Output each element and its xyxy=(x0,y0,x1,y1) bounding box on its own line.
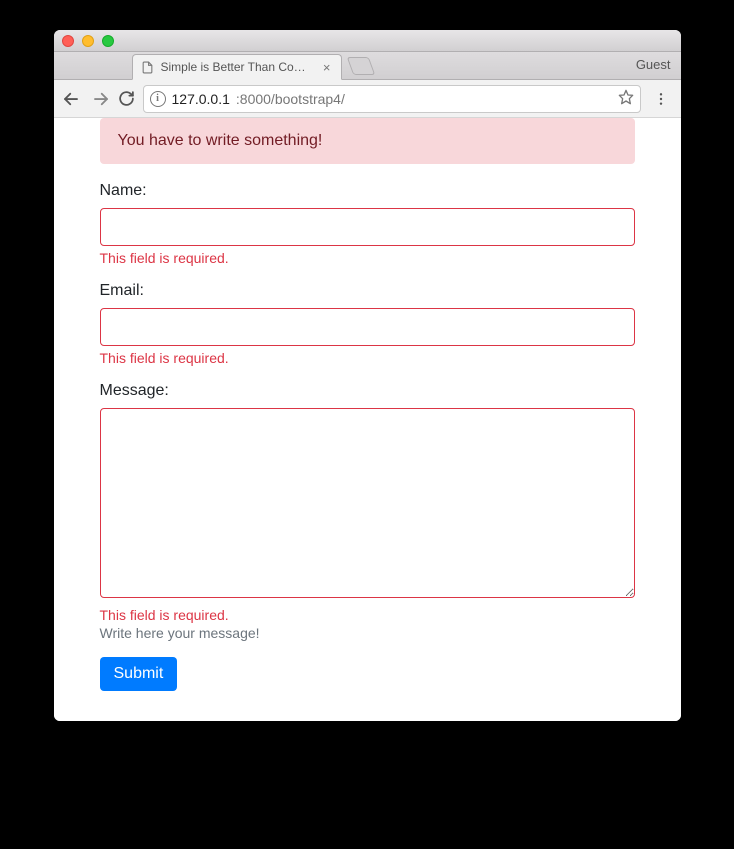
window-minimize-button[interactable] xyxy=(82,35,94,47)
window-maximize-button[interactable] xyxy=(102,35,114,47)
site-info-icon[interactable]: i xyxy=(150,91,166,107)
submit-button[interactable]: Submit xyxy=(100,657,178,691)
browser-tab[interactable]: Simple is Better Than Complex × xyxy=(132,54,342,80)
browser-window: Simple is Better Than Complex × Guest i … xyxy=(54,30,681,721)
file-icon xyxy=(141,60,155,74)
message-field-group: Message: This field is required. Write h… xyxy=(100,382,635,641)
back-button[interactable] xyxy=(62,90,80,108)
email-error: This field is required. xyxy=(100,350,635,366)
browser-toolbar: i 127.0.0.1 :8000/bootstrap4/ xyxy=(54,80,681,118)
window-close-button[interactable] xyxy=(62,35,74,47)
forward-button[interactable] xyxy=(92,90,110,108)
guest-label[interactable]: Guest xyxy=(636,57,671,72)
tab-title: Simple is Better Than Complex xyxy=(161,60,313,74)
message-error: This field is required. xyxy=(100,607,635,623)
address-path: :8000/bootstrap4/ xyxy=(236,91,345,107)
name-input[interactable] xyxy=(100,208,635,246)
name-error: This field is required. xyxy=(100,250,635,266)
nav-arrows xyxy=(62,90,110,108)
address-bar[interactable]: i 127.0.0.1 :8000/bootstrap4/ xyxy=(143,85,641,113)
email-label: Email: xyxy=(100,282,635,300)
email-input[interactable] xyxy=(100,308,635,346)
address-host: 127.0.0.1 xyxy=(172,91,230,107)
traffic-lights xyxy=(62,35,114,47)
error-alert: You have to write something! xyxy=(100,118,635,164)
email-field-group: Email: This field is required. xyxy=(100,282,635,366)
window-titlebar xyxy=(54,30,681,52)
bookmark-star-icon[interactable] xyxy=(618,89,634,108)
alert-message: You have to write something! xyxy=(118,132,323,149)
name-field-group: Name: This field is required. xyxy=(100,182,635,266)
tab-bar: Simple is Better Than Complex × Guest xyxy=(54,52,681,80)
new-tab-button[interactable] xyxy=(346,57,375,75)
name-label: Name: xyxy=(100,182,635,200)
message-label: Message: xyxy=(100,382,635,400)
message-textarea[interactable] xyxy=(100,408,635,598)
page-content: You have to write something! Name: This … xyxy=(54,118,681,721)
message-help: Write here your message! xyxy=(100,625,635,641)
close-tab-icon[interactable]: × xyxy=(323,61,331,74)
reload-button[interactable] xyxy=(118,90,135,107)
browser-menu-button[interactable] xyxy=(649,91,673,107)
